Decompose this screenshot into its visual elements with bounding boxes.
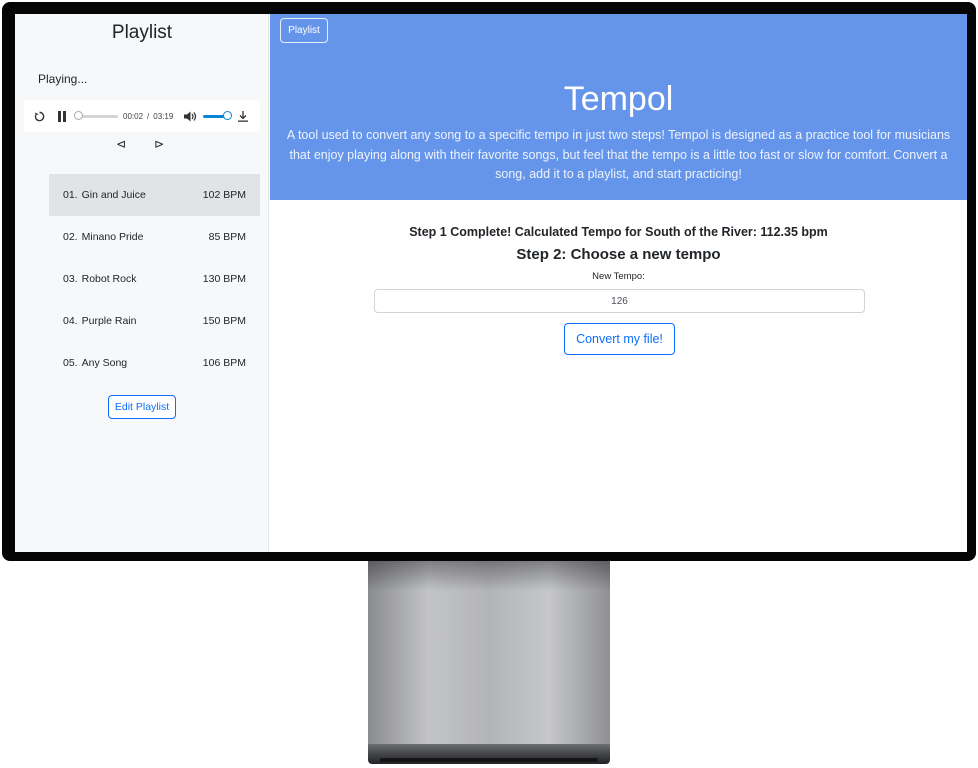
current-time: 00:02: [123, 111, 144, 121]
song-info: 04. Purple Rain: [63, 315, 136, 327]
monitor-stand: [368, 561, 610, 744]
song-row[interactable]: 01. Gin and Juice 102 BPM: [49, 174, 260, 216]
duration: 03:19: [153, 111, 174, 121]
time-separator: /: [147, 111, 150, 121]
song-bpm: 106 BPM: [202, 357, 246, 369]
progress-thumb[interactable]: [74, 111, 83, 120]
song-info: 01. Gin and Juice: [63, 189, 146, 201]
app-description: A tool used to convert any song to a spe…: [286, 128, 951, 181]
tempo-label: New Tempo:: [592, 271, 645, 282]
main-content: Playlist Tempol A tool used to convert a…: [270, 14, 967, 552]
song-row[interactable]: 02. Minano Pride 85 BPM: [49, 216, 260, 258]
edit-playlist-button[interactable]: Edit Playlist: [108, 395, 176, 419]
screen: Playlist Playing... 00:02 / 03:19 ⊲ ⊳ 01…: [15, 14, 967, 552]
tempo-input[interactable]: [374, 289, 865, 313]
song-bpm: 150 BPM: [202, 315, 246, 327]
song-row[interactable]: 04. Purple Rain 150 BPM: [49, 300, 260, 342]
app-title: Tempol: [563, 80, 674, 118]
song-row[interactable]: 05. Any Song 106 BPM: [49, 342, 260, 384]
song-number: 04.: [63, 315, 78, 327]
song-number: 05.: [63, 357, 78, 369]
song-bpm: 85 BPM: [208, 231, 246, 243]
volume-thumb[interactable]: [223, 111, 232, 120]
sidebar-title: Playlist: [111, 22, 173, 43]
download-icon[interactable]: [238, 100, 248, 132]
volume-icon[interactable]: [184, 100, 197, 132]
song-title: Gin and Juice: [81, 189, 146, 201]
song-title: Purple Rain: [81, 315, 137, 327]
playing-status: Playing...: [38, 72, 88, 86]
song-list: 01. Gin and Juice 102 BPM 02. Minano Pride…: [49, 174, 260, 384]
time-display: 00:02 / 03:19: [123, 100, 173, 132]
step1-message: Step 1 Complete! Calculated Tempo for So…: [409, 225, 828, 239]
song-number: 01.: [63, 189, 78, 201]
monitor-stand-base: [368, 744, 610, 764]
sidebar: Playlist Playing... 00:02 / 03:19 ⊲ ⊳ 01…: [15, 14, 269, 552]
step2-heading: Step 2: Choose a new tempo: [516, 246, 721, 263]
song-info: 05. Any Song: [63, 357, 127, 369]
audio-player: 00:02 / 03:19: [24, 100, 260, 132]
song-number: 03.: [63, 273, 78, 285]
convert-button[interactable]: Convert my file!: [564, 323, 675, 355]
song-bpm: 130 BPM: [202, 273, 246, 285]
next-button[interactable]: ⊳: [154, 137, 164, 151]
song-title: Minano Pride: [81, 231, 144, 243]
song-info: 02. Minano Pride: [63, 231, 143, 243]
song-number: 02.: [63, 231, 78, 243]
playlist-toggle-button[interactable]: Playlist: [280, 18, 328, 43]
song-bpm: 102 BPM: [202, 189, 246, 201]
pause-icon[interactable]: [57, 100, 67, 132]
song-title: Any Song: [81, 357, 128, 369]
song-info: 03. Robot Rock: [63, 273, 136, 285]
previous-button[interactable]: ⊲: [116, 137, 126, 151]
replay-icon[interactable]: [34, 100, 45, 132]
hero-banner: Playlist Tempol A tool used to convert a…: [270, 14, 967, 200]
monitor-frame: Playlist Playing... 00:02 / 03:19 ⊲ ⊳ 01…: [2, 2, 976, 561]
song-row[interactable]: 03. Robot Rock 130 BPM: [49, 258, 260, 300]
song-title: Robot Rock: [81, 273, 137, 285]
